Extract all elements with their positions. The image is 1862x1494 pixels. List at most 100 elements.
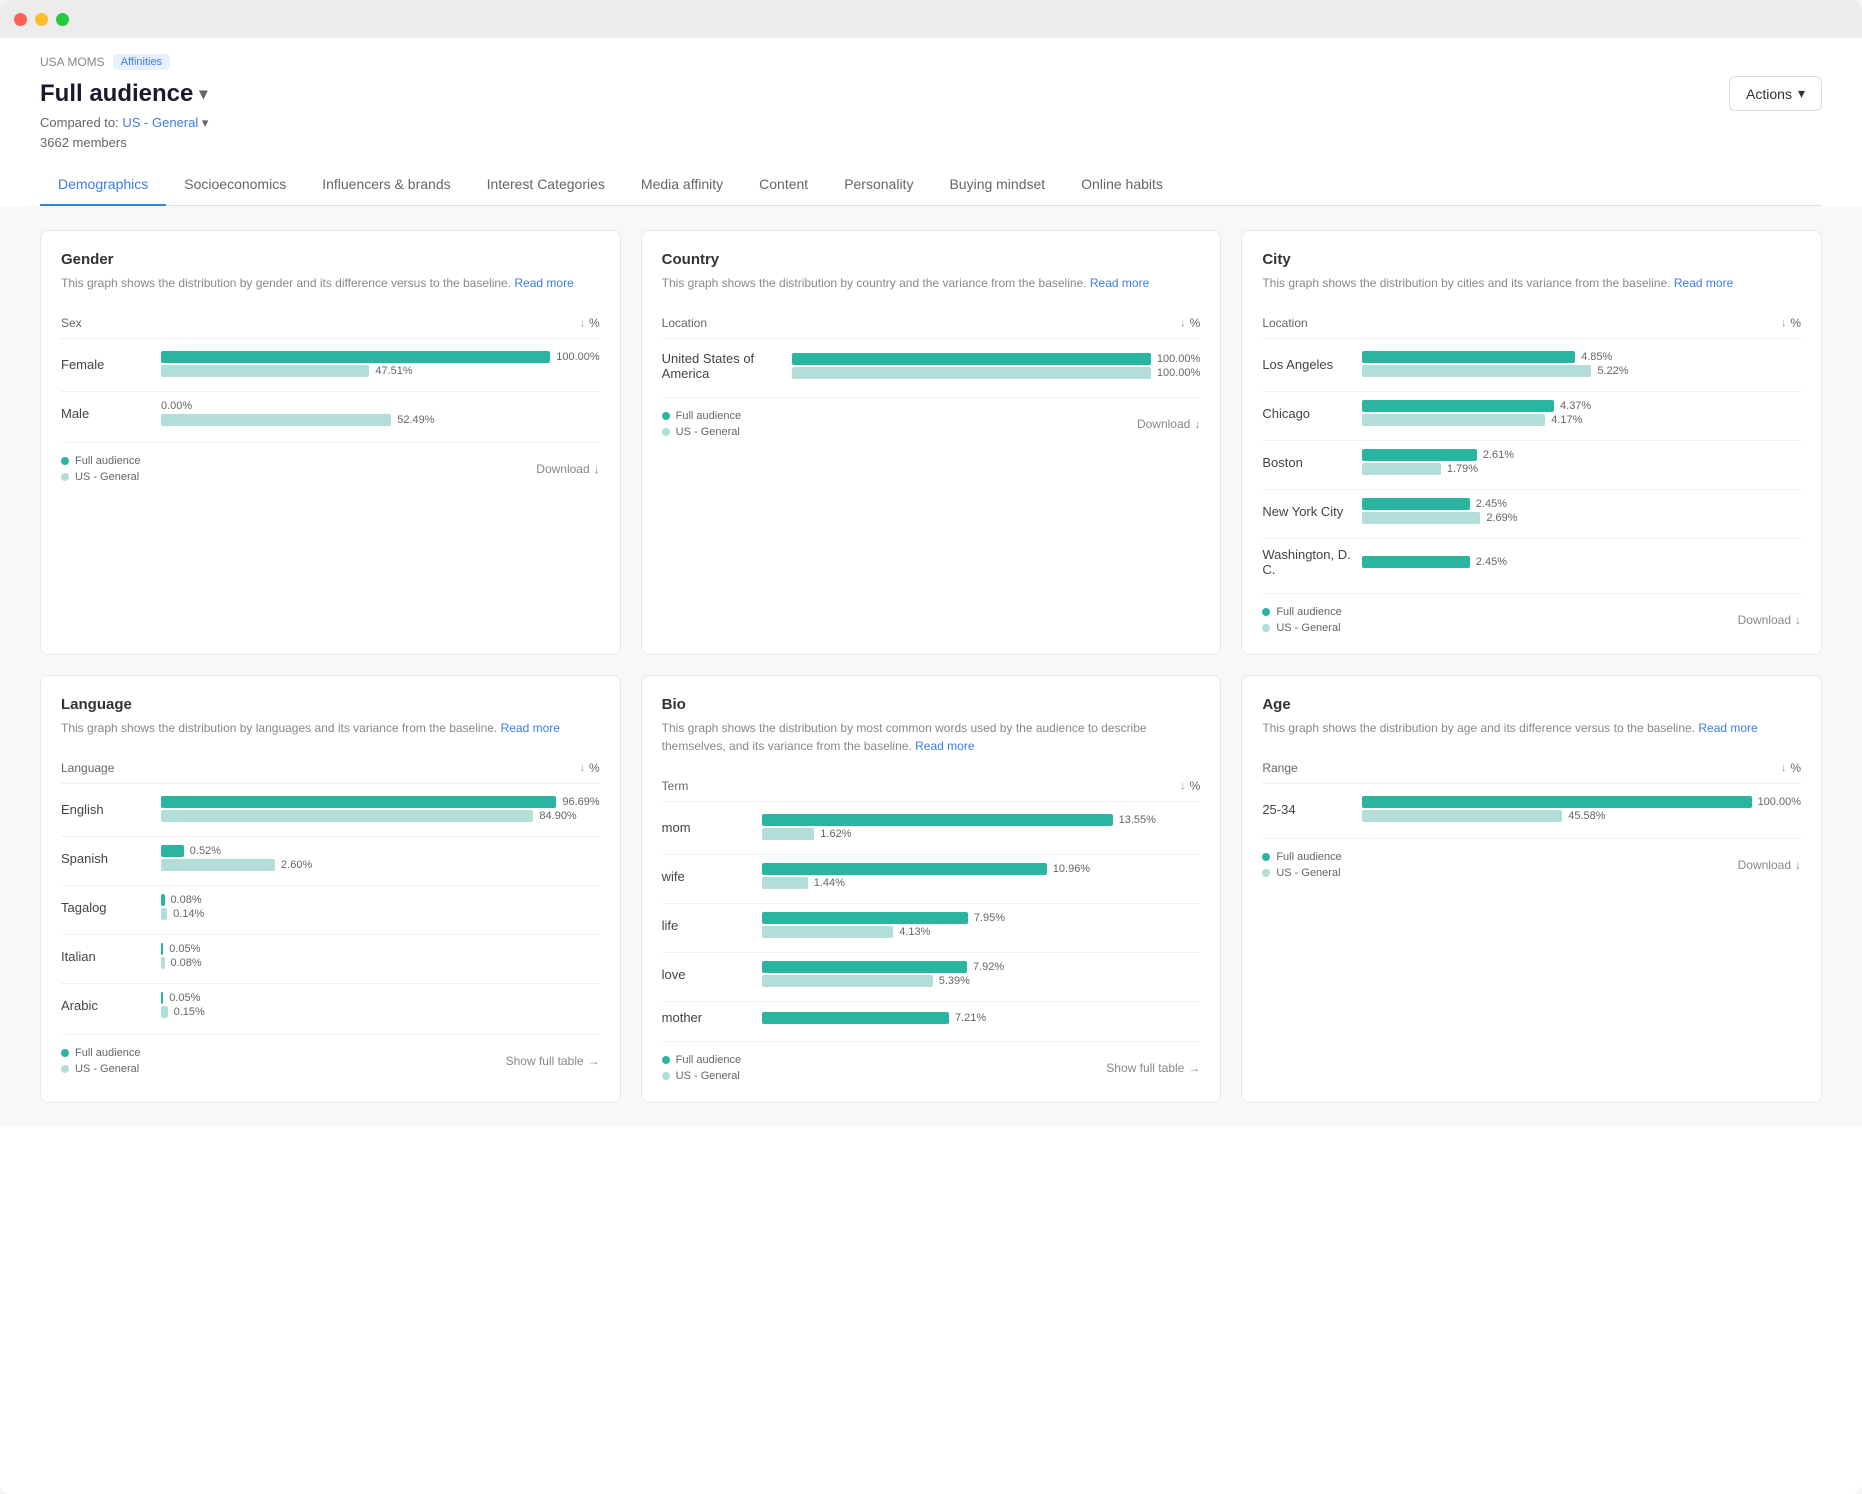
bio-card: Bio This graph shows the distribution by… <box>641 675 1222 1103</box>
tab-demographics[interactable]: Demographics <box>40 164 166 206</box>
city-download-button[interactable]: Download ↓ <box>1738 613 1801 627</box>
country-legend: Full audience US - General <box>662 410 741 438</box>
city-row-la: Los Angeles 4.85% 5.22% <box>1262 351 1801 377</box>
gender-download-button[interactable]: Download ↓ <box>536 462 599 476</box>
city-footer: Full audience US - General Download ↓ <box>1262 593 1801 634</box>
actions-label: Actions <box>1746 86 1792 102</box>
maximize-button[interactable] <box>56 13 69 26</box>
chevron-down-icon[interactable]: ▾ <box>199 84 207 104</box>
arrow-right-icon: → <box>588 1054 600 1068</box>
gender-title: Gender <box>61 251 600 268</box>
main-content: Gender This graph shows the distribution… <box>0 206 1862 1127</box>
legend-secondary: US - General <box>75 471 139 483</box>
sort-icon: ↓ <box>1180 317 1186 329</box>
age-legend: Full audience US - General <box>1262 851 1341 879</box>
bio-show-full-button[interactable]: Show full table → <box>1106 1061 1200 1075</box>
main-window: USA MOMS Affinities Full audience ▾ Acti… <box>0 0 1862 1494</box>
country-desc: This graph shows the distribution by cou… <box>662 274 1201 292</box>
sort-icon: ↓ <box>579 317 585 329</box>
cards-grid: Gender This graph shows the distribution… <box>40 230 1822 1103</box>
language-row-spanish: Spanish 0.52% 2.60% <box>61 845 600 871</box>
country-download-button[interactable]: Download ↓ <box>1137 417 1200 431</box>
sort-icon: ↓ <box>579 762 585 774</box>
country-table-header: Location ↓ % <box>662 308 1201 339</box>
gender-card: Gender This graph shows the distribution… <box>40 230 621 655</box>
age-download-button[interactable]: Download ↓ <box>1738 858 1801 872</box>
bio-row-love: love 7.92% 5.39% <box>662 961 1201 987</box>
gender-row-female: Female 100.00% 47.51% <box>61 351 600 377</box>
city-row-dc: Washington, D. C. 2.45% <box>1262 547 1801 577</box>
sort-icon: ↓ <box>1781 317 1787 329</box>
bio-row-mother: mother 7.21% <box>662 1010 1201 1025</box>
bio-col-left: Term <box>662 779 689 793</box>
age-card: Age This graph shows the distribution by… <box>1241 675 1822 1103</box>
minimize-button[interactable] <box>35 13 48 26</box>
compared-value-link[interactable]: US - General <box>122 115 198 130</box>
tab-buying[interactable]: Buying mindset <box>931 164 1063 206</box>
tab-influencers[interactable]: Influencers & brands <box>304 164 468 206</box>
legend-primary: Full audience <box>75 455 140 467</box>
tab-socioeconomics[interactable]: Socioeconomics <box>166 164 304 206</box>
gender-col-left: Sex <box>61 316 82 330</box>
gender-legend: Full audience US - General <box>61 455 140 483</box>
gender-desc: This graph shows the distribution by gen… <box>61 274 600 292</box>
age-footer: Full audience US - General Download ↓ <box>1262 838 1801 879</box>
country-read-more[interactable]: Read more <box>1090 276 1149 290</box>
language-legend: Full audience US - General <box>61 1047 140 1075</box>
affinities-badge: Affinities <box>113 54 170 70</box>
bio-table-header: Term ↓ % <box>662 771 1201 802</box>
language-row-tagalog: Tagalog 0.08% 0.14% <box>61 894 600 920</box>
language-desc: This graph shows the distribution by lan… <box>61 719 600 737</box>
download-icon: ↓ <box>1795 613 1801 627</box>
city-table-header: Location ↓ % <box>1262 308 1801 339</box>
chevron-down-icon: ▾ <box>202 115 209 130</box>
bar-usa-secondary <box>792 367 1151 379</box>
bio-read-more[interactable]: Read more <box>915 739 974 753</box>
city-title: City <box>1262 251 1801 268</box>
legend-secondary: US - General <box>676 426 740 438</box>
actions-button[interactable]: Actions ▾ <box>1729 76 1822 111</box>
gender-table-header: Sex ↓ % <box>61 308 600 339</box>
country-col-right: % <box>1190 316 1201 330</box>
audience-title: Full audience ▾ <box>40 80 207 108</box>
audience-title-row: Full audience ▾ Actions ▾ <box>40 76 1822 111</box>
city-col-right: % <box>1790 316 1801 330</box>
compared-label: Compared to: <box>40 115 119 130</box>
age-table-header: Range ↓ % <box>1262 753 1801 784</box>
titlebar <box>0 0 1862 38</box>
legend-primary: Full audience <box>1276 606 1341 618</box>
sort-icon: ↓ <box>1180 780 1186 792</box>
tab-online[interactable]: Online habits <box>1063 164 1181 206</box>
city-legend: Full audience US - General <box>1262 606 1341 634</box>
nav-tabs: Demographics Socioeconomics Influencers … <box>40 164 1822 206</box>
country-col-left: Location <box>662 316 707 330</box>
country-title: Country <box>662 251 1201 268</box>
city-desc: This graph shows the distribution by cit… <box>1262 274 1801 292</box>
bio-row-mom: mom 13.55% 1.62% <box>662 814 1201 840</box>
city-col-left: Location <box>1262 316 1307 330</box>
city-row-boston: Boston 2.61% 1.79% <box>1262 449 1801 475</box>
country-card: Country This graph shows the distributio… <box>641 230 1222 655</box>
age-col-left: Range <box>1262 761 1297 775</box>
close-button[interactable] <box>14 13 27 26</box>
language-read-more[interactable]: Read more <box>501 721 560 735</box>
gender-footer: Full audience US - General Download ↓ <box>61 442 600 483</box>
bio-title: Bio <box>662 696 1201 713</box>
legend-secondary: US - General <box>1276 622 1340 634</box>
city-read-more[interactable]: Read more <box>1674 276 1733 290</box>
country-row-usa: United States of America 100.00% 100.00% <box>662 351 1201 381</box>
legend-primary: Full audience <box>676 410 741 422</box>
gender-read-more[interactable]: Read more <box>514 276 573 290</box>
members-count: 3662 members <box>40 135 1822 150</box>
city-row-chicago: Chicago 4.37% 4.17% <box>1262 400 1801 426</box>
language-row-italian: Italian 0.05% 0.08% <box>61 943 600 969</box>
bar-usa-primary <box>792 353 1151 365</box>
age-read-more[interactable]: Read more <box>1698 721 1757 735</box>
tab-content[interactable]: Content <box>741 164 826 206</box>
language-show-full-button[interactable]: Show full table → <box>506 1054 600 1068</box>
compared-row: Compared to: US - General ▾ <box>40 115 1822 131</box>
tab-personality[interactable]: Personality <box>826 164 931 206</box>
tab-interest[interactable]: Interest Categories <box>469 164 623 206</box>
language-card: Language This graph shows the distributi… <box>40 675 621 1103</box>
tab-media[interactable]: Media affinity <box>623 164 741 206</box>
